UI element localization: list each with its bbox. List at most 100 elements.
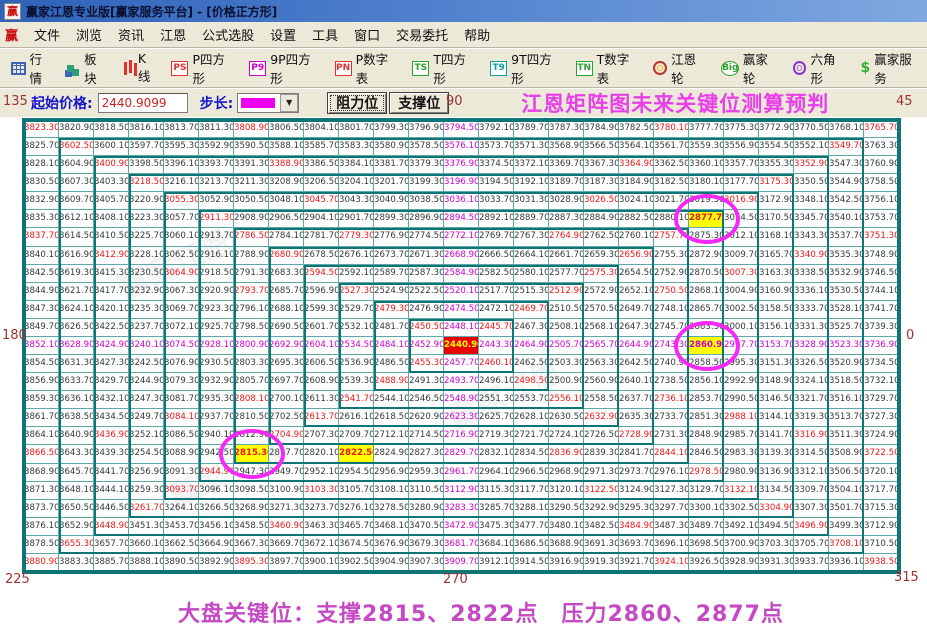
matrix-cell: 3314.50 xyxy=(794,445,829,463)
matrix-cell: 3112.90 xyxy=(444,482,479,500)
menu-item-8[interactable]: 交易委托 xyxy=(388,22,456,47)
matrix-cell: 3388.90 xyxy=(269,156,304,174)
toolbar-item[interactable]: 行情 xyxy=(6,46,58,90)
matrix-cell: 2920.90 xyxy=(199,283,234,301)
matrix-cell: 2971.30 xyxy=(584,464,619,482)
matrix-cell: 3542.50 xyxy=(829,192,864,210)
matrix-cell: 3679.30 xyxy=(409,536,444,554)
matrix-cell: 3192.10 xyxy=(514,174,549,192)
matrix-cell: 3772.90 xyxy=(759,120,794,138)
matrix-cell: 2872.90 xyxy=(689,247,724,265)
toolbar-item[interactable]: PNP数字表 xyxy=(330,46,404,90)
menu-item-4[interactable]: 公式选股 xyxy=(194,22,262,47)
matrix-cell: 3628.90 xyxy=(59,337,94,355)
menu-item-5[interactable]: 设置 xyxy=(262,22,304,47)
matrix-cell: 3374.50 xyxy=(479,156,514,174)
toolbar-item[interactable]: P99P四方形 xyxy=(244,46,325,90)
matrix-cell: 2462.50 xyxy=(514,355,549,373)
matrix-cell: 3808.90 xyxy=(234,120,269,138)
menu-item-6[interactable]: 工具 xyxy=(304,22,346,47)
matrix-cell: 2904.10 xyxy=(304,210,339,228)
matrix-cell: 3518.50 xyxy=(829,373,864,391)
menu-item-9[interactable]: 帮助 xyxy=(456,22,498,47)
toolbar-item-label: 赢家服务 xyxy=(874,49,922,87)
toolbar-item[interactable]: K线 xyxy=(117,48,162,88)
matrix-cell: 3439.30 xyxy=(94,445,129,463)
start-price-input[interactable] xyxy=(98,93,188,113)
matrix-cell: 3340.90 xyxy=(794,247,829,265)
toolbar-item[interactable]: $赢家服务 xyxy=(855,46,927,90)
matrix-cell: 3496.90 xyxy=(794,518,829,536)
matrix-cell: 3026.50 xyxy=(584,192,619,210)
menu-item-1[interactable]: 浏览 xyxy=(68,22,110,47)
matrix-cell: 2620.90 xyxy=(409,409,444,427)
matrix-cell: 2916.10 xyxy=(199,247,234,265)
angle-label-0: 0 xyxy=(906,328,914,343)
matrix-cell: 2956.90 xyxy=(374,464,409,482)
toolbar-item[interactable]: PSP四方形 xyxy=(166,46,240,90)
service-dollar-icon: $ xyxy=(860,60,870,76)
toolbar-item[interactable]: TST四方形 xyxy=(407,46,481,90)
toolbar-item[interactable]: TNT数字表 xyxy=(571,46,645,90)
matrix-cell: 3799.30 xyxy=(374,120,409,138)
matrix-cell: 2493.70 xyxy=(444,373,479,391)
key-level-cell: 2815.30 xyxy=(234,445,269,463)
matrix-cell: 2572.90 xyxy=(584,283,619,301)
matrix-cell: 3648.10 xyxy=(59,482,94,500)
t-square-icon: TS xyxy=(412,61,429,76)
menu-item-2[interactable]: 资讯 xyxy=(110,22,152,47)
matrix-cell: 2503.30 xyxy=(549,355,584,373)
support-button[interactable]: 支撑位 xyxy=(389,92,449,114)
matrix-cell: 2798.50 xyxy=(234,319,269,337)
resistance-button[interactable]: 阻力位 xyxy=(327,92,387,114)
toolbar-item[interactable]: T99T四方形 xyxy=(485,46,567,90)
matrix-cell: 2726.50 xyxy=(584,427,619,445)
menu-item-3[interactable]: 江恩 xyxy=(152,22,194,47)
matrix-cell: 3345.70 xyxy=(794,210,829,228)
matrix-cell: 3446.50 xyxy=(94,500,129,518)
matrix-cell: 2618.50 xyxy=(374,409,409,427)
toolbar-item[interactable]: 板块 xyxy=(62,46,113,90)
matrix-cell: 3007.30 xyxy=(724,265,759,283)
matrix-cell: 3100.90 xyxy=(269,482,304,500)
toolbar-item[interactable]: Big赢家轮 xyxy=(716,46,784,90)
step-color-dropdown[interactable]: ▼ xyxy=(237,93,299,113)
matrix-cell: 3787.30 xyxy=(549,120,584,138)
matrix-cell: 2517.70 xyxy=(479,283,514,301)
matrix-cell: 3213.70 xyxy=(199,174,234,192)
toolbar-item[interactable]: 江恩轮 xyxy=(648,46,712,90)
matrix-cell: 2524.90 xyxy=(374,283,409,301)
matrix-cell: 3297.70 xyxy=(654,500,689,518)
menu-item-0[interactable]: 文件 xyxy=(26,22,68,47)
matrix-cell: 3038.50 xyxy=(409,192,444,210)
matrix-cell: 3652.90 xyxy=(59,518,94,536)
matrix-cell: 3842.50 xyxy=(24,265,59,283)
matrix-cell: 2856.10 xyxy=(689,373,724,391)
matrix-cell: 3019.30 xyxy=(689,192,724,210)
matrix-cell: 2678.50 xyxy=(304,247,339,265)
matrix-cell: 3650.50 xyxy=(59,500,94,518)
matrix-cell: 3463.30 xyxy=(304,518,339,536)
gann-wheel-icon xyxy=(653,61,667,75)
matrix-cell: 2848.90 xyxy=(689,427,724,445)
angle-label-180: 180 xyxy=(2,328,27,343)
matrix-cell: 3412.90 xyxy=(94,247,129,265)
matrix-cell: 3880.90 xyxy=(24,554,59,572)
matrix-cell: 3304.90 xyxy=(759,500,794,518)
menu-item-7[interactable]: 窗口 xyxy=(346,22,388,47)
matrix-cell: 3777.70 xyxy=(689,120,724,138)
matrix-cell: 2673.70 xyxy=(374,247,409,265)
matrix-cell: 3240.10 xyxy=(129,337,164,355)
matrix-cell: 3547.30 xyxy=(829,156,864,174)
matrix-cell: 3667.30 xyxy=(234,536,269,554)
matrix-cell: 3775.30 xyxy=(724,120,759,138)
matrix-cell: 2954.50 xyxy=(339,464,374,482)
matrix-cell: 3916.90 xyxy=(549,554,584,572)
toolbar-item[interactable]: 六角形 xyxy=(788,46,852,90)
matrix-cell: 3508.90 xyxy=(829,445,864,463)
matrix-cell: 2774.50 xyxy=(409,228,444,246)
matrix-cell: 2750.50 xyxy=(654,283,689,301)
matrix-cell: 2990.50 xyxy=(724,391,759,409)
chevron-down-icon[interactable]: ▼ xyxy=(280,94,298,112)
matrix-cell: 2536.90 xyxy=(339,355,374,373)
